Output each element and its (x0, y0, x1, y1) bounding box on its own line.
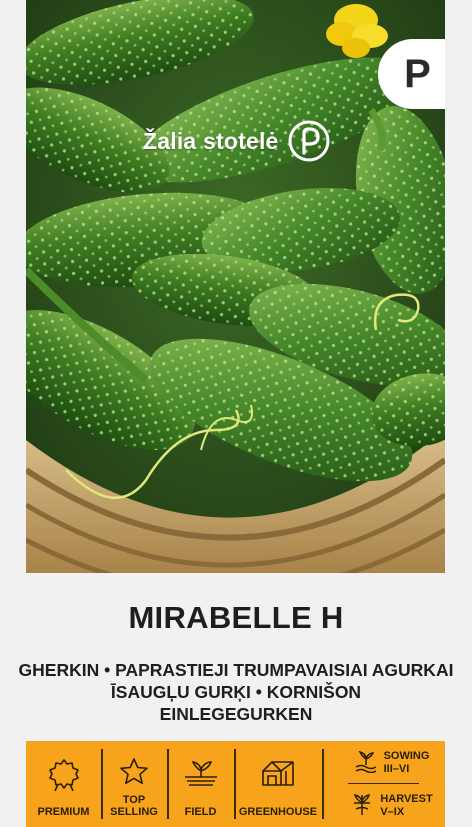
star-icon (120, 758, 148, 785)
feature-label: TOP (122, 794, 146, 806)
subtitle-line: GHERKIN • PAPRASTIEJI TRUMPAVAISIAI AGUR… (18, 660, 454, 680)
sowing-months: III–VI (383, 762, 410, 775)
feature-top-selling: TOP SELLING (101, 741, 167, 827)
brand-name: Žalia stotelė (143, 127, 279, 154)
feature-label: PREMIUM (37, 806, 90, 818)
feature-label: SELLING (110, 806, 158, 818)
product-subtitle: GHERKIN • PAPRASTIEJI TRUMPAVAISIAI AGUR… (0, 659, 472, 725)
leaf-logo-icon (288, 120, 330, 162)
sowing-row: SOWING III–VI (338, 741, 430, 784)
category-badge: P (378, 39, 445, 109)
field-sprout-icon (184, 760, 217, 786)
harvest-label: HARVEST (380, 792, 433, 805)
subtitle-line: ĪSAUGĻU GURĶI • KORNIŠON (110, 682, 362, 702)
feature-bar: PREMIUM TOP SELLING FIELD GREENHOUSE SOW… (26, 741, 445, 827)
feature-greenhouse: GREENHOUSE (234, 741, 322, 827)
feature-label: GREENHOUSE (238, 806, 318, 818)
feature-field: FIELD (167, 741, 234, 827)
greenhouse-icon (262, 761, 294, 786)
product-title: MIRABELLE H (128, 600, 344, 635)
feature-label: FIELD (184, 806, 217, 818)
rosette-icon (48, 759, 79, 791)
category-letter: P (404, 51, 431, 96)
harvest-row: HARVEST V–IX (334, 784, 433, 827)
harvest-months: V–IX (380, 805, 405, 818)
subtitle-line: EINLEGEGURKEN (159, 704, 313, 724)
sowing-icon (355, 751, 376, 773)
harvest-icon (354, 794, 371, 815)
feature-season: SOWING III–VI HARVEST V–IX (322, 741, 445, 827)
sowing-label: SOWING (383, 749, 430, 762)
brand-logo-lockup: Žalia stotelė (143, 120, 331, 162)
feature-premium: PREMIUM (26, 741, 101, 827)
